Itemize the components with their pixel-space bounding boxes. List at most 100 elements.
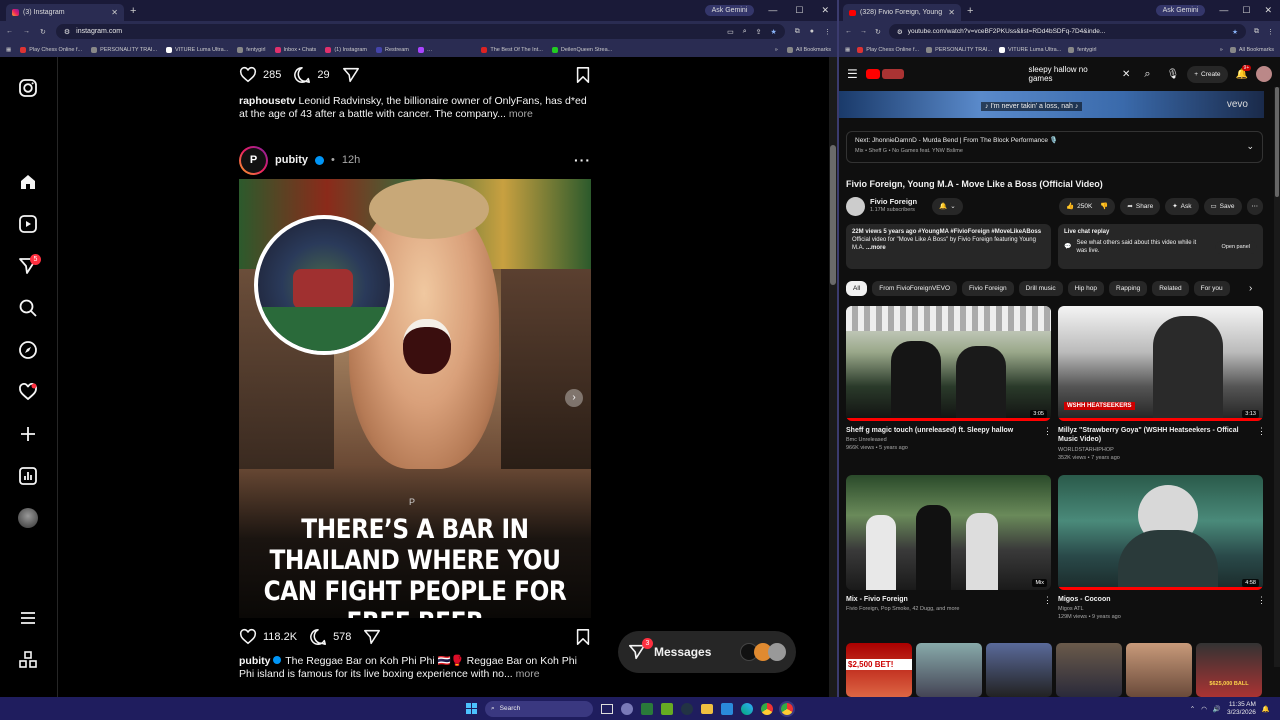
new-tab-icon[interactable]: +	[967, 5, 973, 17]
ask-button[interactable]: ✦ Ask	[1165, 197, 1199, 215]
chevron-right-icon[interactable]: »	[775, 47, 778, 53]
bookmark-item[interactable]: Play Chess Online f...	[20, 46, 82, 53]
share-icon[interactable]	[342, 66, 360, 84]
post-image[interactable]: › P THERE’S A BAR IN THAILAND WHERE YOU …	[239, 179, 591, 618]
url-field[interactable]: ⚙ instagram.com ▭ ⌕ ⇪ ★	[55, 24, 785, 39]
bookmark-item[interactable]: fentygirl	[237, 46, 266, 53]
thumbs-down-icon[interactable]: 👎	[1100, 202, 1108, 210]
back-icon[interactable]: ←	[845, 28, 852, 35]
scrollbar-thumb[interactable]	[830, 145, 836, 285]
chips-next-icon[interactable]: ›	[1249, 283, 1252, 294]
notifications-heart-icon[interactable]	[18, 382, 38, 402]
edge-icon[interactable]	[741, 702, 753, 715]
search-box[interactable]: sleepy hallow no games ✕ ⌕	[1021, 63, 1151, 85]
nvidia-icon[interactable]	[661, 702, 673, 715]
install-icon[interactable]: ▭	[727, 28, 734, 36]
tray-chevron-icon[interactable]: ⌃	[1190, 705, 1195, 713]
video-menu-icon[interactable]: ⋮	[1043, 426, 1052, 437]
bookmark-star-icon[interactable]: ★	[770, 28, 776, 36]
messages-bubble[interactable]: 3 Messages	[618, 631, 796, 673]
dashboard-icon[interactable]	[18, 466, 38, 486]
bookmark-item[interactable]: Play Chess Online f...	[857, 46, 919, 53]
bookmark-item[interactable]: fentygirl	[1068, 46, 1097, 53]
ask-gemini-button[interactable]: Ask Gemini	[704, 5, 755, 16]
more-options-icon[interactable]: ···	[574, 152, 591, 168]
scrollbar[interactable]	[829, 57, 837, 697]
more-link[interactable]: more	[513, 668, 540, 680]
reload-icon[interactable]: ↻	[40, 28, 46, 36]
video-thumbnail[interactable]: Mix	[846, 475, 1051, 590]
video-title[interactable]: Sheff g magic touch (unreleased) ft. Sle…	[846, 426, 1036, 435]
tab-youtube[interactable]: (328) Fivio Foreign, Young M.A ✕	[843, 4, 961, 21]
short-thumbnail[interactable]	[916, 643, 982, 697]
apps-icon[interactable]: ▦	[6, 47, 11, 53]
menu-icon[interactable]: ⋮	[824, 28, 831, 36]
search-input[interactable]: sleepy hallow no games	[1029, 65, 1108, 83]
chip[interactable]: Rapping	[1109, 281, 1148, 296]
bookmark-item[interactable]: The Best Of The Int...	[481, 46, 543, 53]
explore-icon[interactable]	[18, 340, 38, 360]
reels-icon[interactable]	[18, 214, 38, 234]
video-channel[interactable]: Fivio Foreign, Pop Smoke, 42 Dugg, and m…	[846, 605, 959, 613]
search-icon[interactable]: ⌕	[1144, 68, 1150, 81]
share-button[interactable]: ➦ Share	[1120, 197, 1161, 215]
search-icon[interactable]	[18, 298, 38, 318]
windows-start-icon[interactable]	[466, 703, 477, 714]
short-thumbnail[interactable]	[986, 643, 1052, 697]
author-avatar[interactable]: P	[239, 145, 268, 175]
chevron-right-icon[interactable]: »	[1220, 47, 1223, 53]
more-menu-icon[interactable]	[18, 608, 38, 628]
new-tab-icon[interactable]: +	[130, 5, 136, 17]
close-tab-icon[interactable]: ✕	[948, 8, 955, 17]
store-icon[interactable]	[721, 702, 733, 715]
channel-name[interactable]: Fivio Foreign	[870, 197, 917, 206]
channel-avatar[interactable]	[846, 196, 865, 216]
chrome-icon[interactable]	[761, 702, 773, 715]
chevron-down-icon[interactable]: ⌄	[1246, 141, 1254, 152]
notification-center-icon[interactable]: 🔔	[1262, 705, 1270, 713]
maximize-icon[interactable]: ☐	[1242, 5, 1250, 16]
more-link[interactable]: more	[506, 108, 533, 120]
like-button[interactable]: 👍 250K 👎	[1059, 197, 1116, 215]
create-button[interactable]: + Create	[1187, 65, 1228, 83]
bookmark-item[interactable]: PERSONALITY TRAI...	[926, 46, 992, 53]
menu-icon[interactable]: ⋮	[1267, 28, 1274, 36]
share-icon[interactable]: ⇪	[756, 28, 762, 36]
short-thumbnail[interactable]: $625,000 BALL	[1196, 643, 1262, 697]
apps-icon[interactable]: ▦	[845, 47, 850, 53]
save-bookmark-icon[interactable]	[575, 66, 591, 84]
clock[interactable]: 11:35 AM 3/23/2026	[1227, 701, 1256, 717]
bookmark-star-icon[interactable]: ★	[1232, 28, 1238, 36]
url-field[interactable]: ⚙ youtube.com/watch?v=vceBF2PKUss&list=RD…	[888, 24, 1246, 39]
media-player-icon[interactable]	[641, 702, 653, 715]
home-icon[interactable]	[18, 172, 38, 192]
video-title[interactable]: Millyz "Strawberry Goya" (WSHH Heatseeke…	[1058, 426, 1253, 444]
video-channel[interactable]: Bmc Unreleased	[846, 436, 887, 444]
ask-gemini-button[interactable]: Ask Gemini	[1155, 5, 1206, 16]
scrollbar-thumb[interactable]	[1275, 87, 1279, 197]
subscribed-bell-button[interactable]: 🔔 ⌄	[932, 197, 963, 215]
chip-all[interactable]: All	[846, 281, 868, 296]
description-box[interactable]: 22M views 5 years ago #YoungMA #FivioFor…	[846, 224, 1051, 269]
volume-icon[interactable]: 🔊	[1213, 705, 1221, 713]
chip[interactable]: From FivioForeignVEVO	[872, 281, 958, 296]
chip[interactable]: Drill music	[1018, 281, 1063, 296]
caption-author[interactable]: pubity	[239, 655, 271, 667]
forward-icon[interactable]: →	[860, 28, 867, 35]
chip[interactable]: Hip hop	[1067, 281, 1104, 296]
more-actions-icon[interactable]: ⋯	[1246, 197, 1263, 215]
all-bookmarks[interactable]: All Bookmarks	[1229, 46, 1274, 53]
create-plus-icon[interactable]	[18, 424, 38, 444]
video-player[interactable]: ♪ I'm never takin' a loss, nah ♪ vevo	[839, 91, 1264, 118]
video-channel[interactable]: WORLDSTARHIPHOP	[1058, 446, 1114, 454]
video-title[interactable]: Mix - Fivio Foreign	[846, 595, 908, 604]
more-link[interactable]: ...more	[864, 245, 886, 251]
back-icon[interactable]: ←	[6, 28, 13, 35]
close-tab-icon[interactable]: ✕	[111, 8, 118, 17]
site-info-icon[interactable]: ⚙	[897, 28, 903, 36]
video-thumbnail[interactable]: WSHH HEATSEEKERS 3:13	[1058, 306, 1263, 421]
like-heart-icon[interactable]	[239, 66, 257, 84]
bookmark-item[interactable]: DeilenQueen Strea...	[551, 46, 612, 53]
minimize-icon[interactable]: —	[768, 5, 777, 16]
profile-avatar[interactable]	[18, 508, 38, 528]
